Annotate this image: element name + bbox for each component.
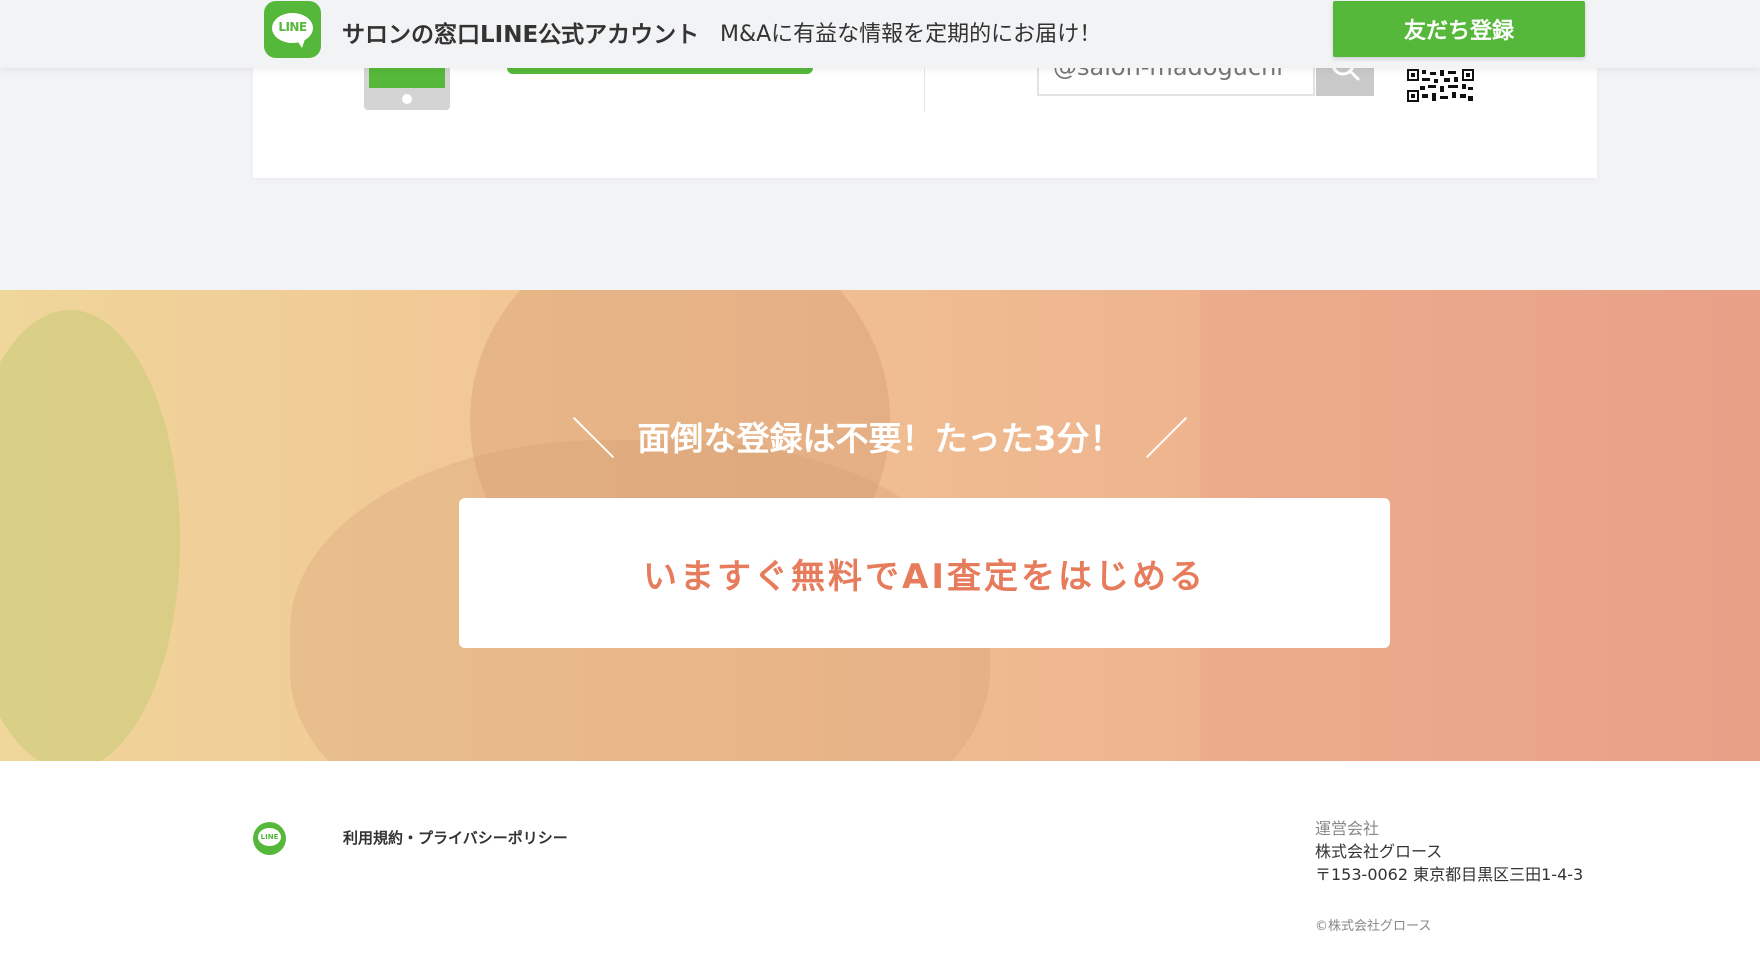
add-friend-button[interactable]: 友だち登録 <box>1333 1 1585 57</box>
hero-tagline-text: 面倒な登録は不要！たった3分！ <box>637 419 1123 458</box>
line-logo-text: LINE <box>278 20 307 34</box>
terms-link[interactable]: 利用規約 <box>343 829 403 847</box>
line-logo-icon: LINE <box>264 1 321 58</box>
slash-right: ／ <box>1144 414 1189 465</box>
line-banner-title: サロンの窓口LINE公式アカウント <box>342 22 700 48</box>
link-separator: ・ <box>403 829 419 847</box>
start-ai-appraisal-button[interactable]: いますぐ無料でAI査定をはじめる <box>459 498 1390 648</box>
hero-tagline: ＼ 面倒な登録は不要！たった3分！ ／ <box>0 403 1760 467</box>
qr-code-icon <box>1406 68 1476 104</box>
footer: LINE 利用規約・プライバシーポリシー 運営会社 株式会社グロース 〒153-… <box>0 761 1760 964</box>
company-label: 運営会社 <box>1315 819 1380 838</box>
copyright: ©株式会社グロース <box>1315 919 1432 934</box>
slash-left: ＼ <box>571 414 616 465</box>
company-address: 〒153-0062 東京都目黒区三田1-4-3 <box>1315 865 1584 884</box>
hero-bg-plant <box>0 310 180 761</box>
company-name: 株式会社グロース <box>1315 842 1443 861</box>
cta-hero: ＼ 面倒な登録は不要！たった3分！ ／ いますぐ無料でAI査定をはじめる <box>0 290 1760 761</box>
footer-links: 利用規約・プライバシーポリシー <box>343 827 568 848</box>
line-banner-subtitle: M&Aに有益な情報を定期的にお届け！ <box>720 22 1102 47</box>
privacy-policy-link[interactable]: プライバシーポリシー <box>418 829 568 847</box>
company-info: 運営会社 株式会社グロース 〒153-0062 東京都目黒区三田1-4-3 <box>1315 817 1583 886</box>
line-logo-icon[interactable]: LINE <box>253 822 286 855</box>
footer-logo-text: LINE <box>258 828 281 846</box>
line-promo-banner: LINE サロンの窓口LINE公式アカウント M&Aに有益な情報を定期的にお届け… <box>0 0 1760 68</box>
